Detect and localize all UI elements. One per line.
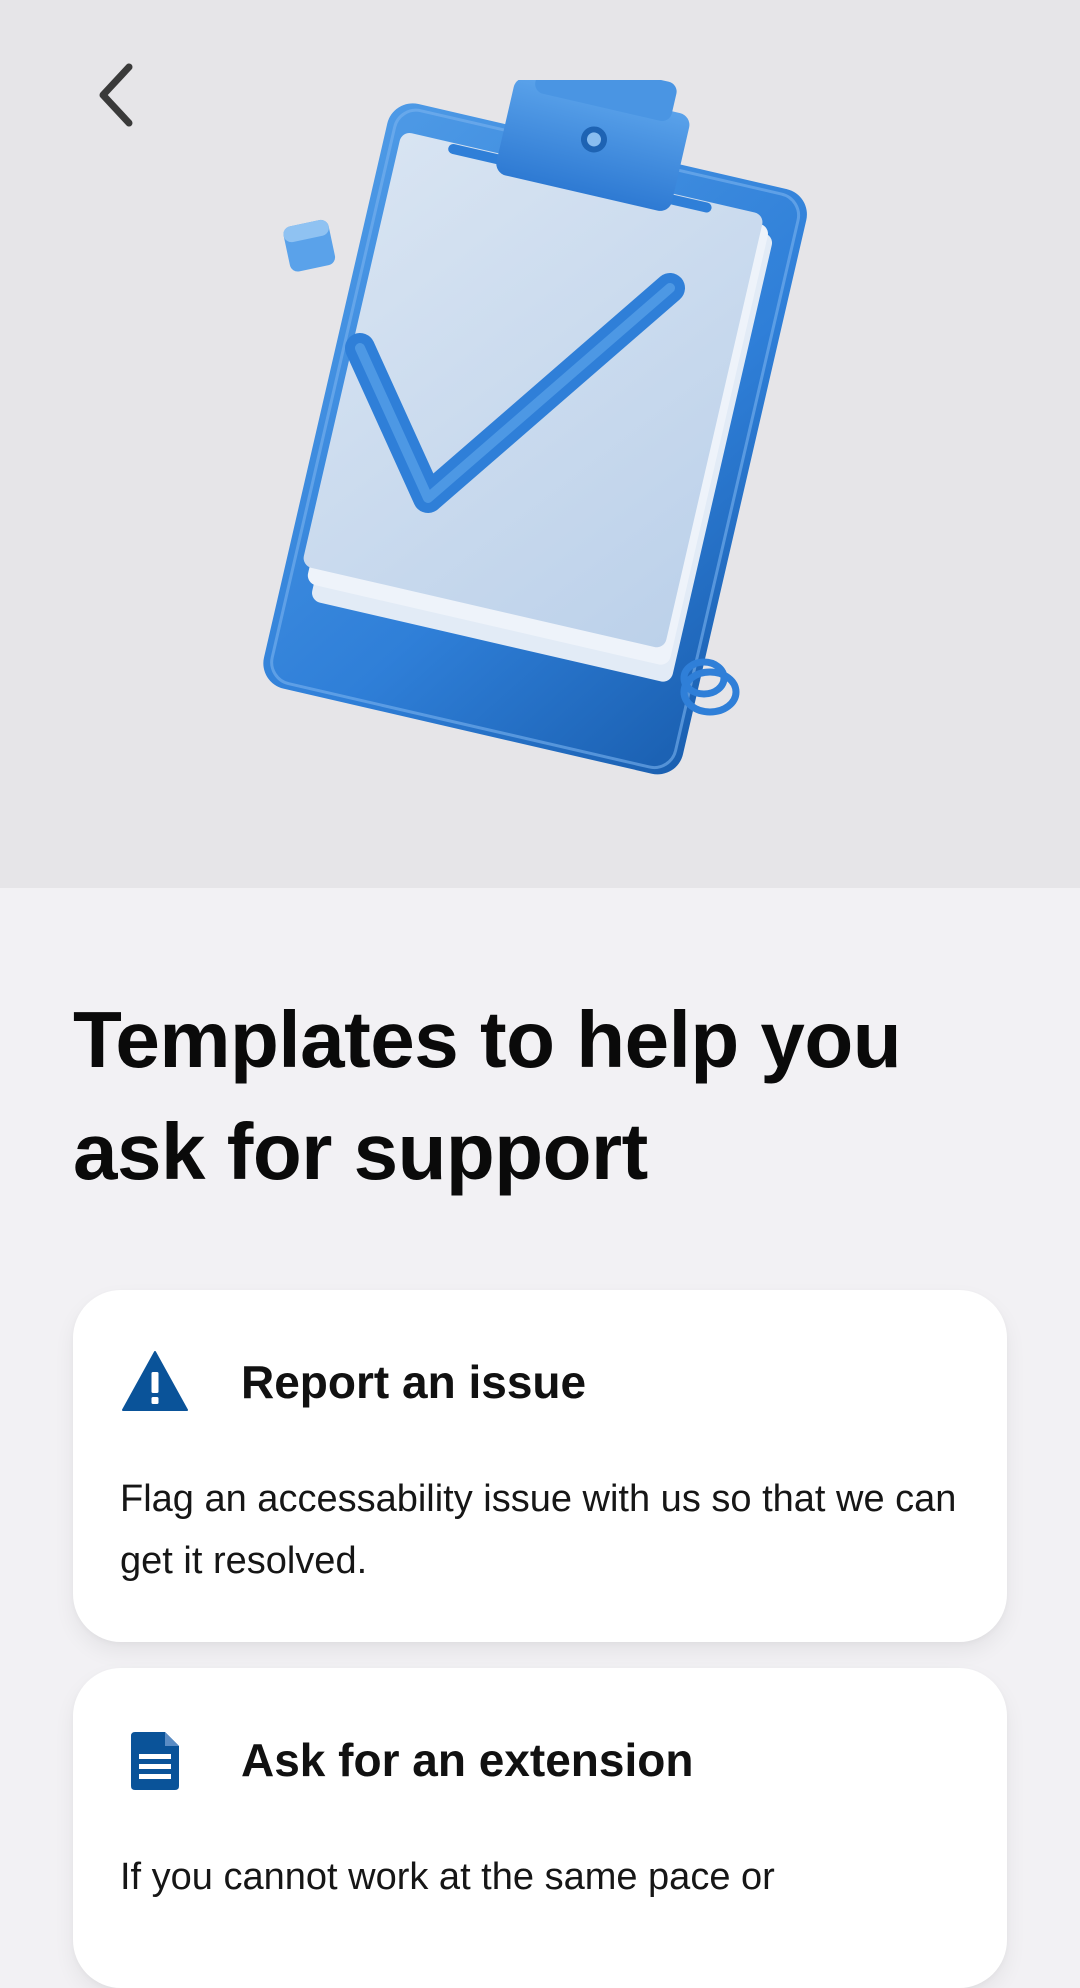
card-description: If you cannot work at the same pace or	[120, 1856, 775, 1898]
ask-extension-card[interactable]: Ask for an extension If you cannot work …	[73, 1668, 1007, 1988]
card-title: Report an issue	[241, 1356, 587, 1408]
chevron-left-icon	[99, 63, 133, 127]
hero-banner	[0, 0, 1080, 888]
back-button[interactable]	[74, 52, 160, 138]
warning-icon	[122, 1351, 188, 1411]
page-title: Templates to help you ask for support	[73, 995, 902, 1196]
card-title: Ask for an extension	[241, 1734, 694, 1786]
card-description: Flag an accessability issue with us so t…	[120, 1478, 957, 1582]
main-content: Templates to help you ask for support Re…	[0, 888, 1080, 1988]
document-icon	[131, 1732, 179, 1790]
clipboard-checkmark-illustration	[263, 80, 807, 775]
report-issue-card[interactable]: Report an issue Flag an accessability is…	[73, 1290, 1007, 1642]
